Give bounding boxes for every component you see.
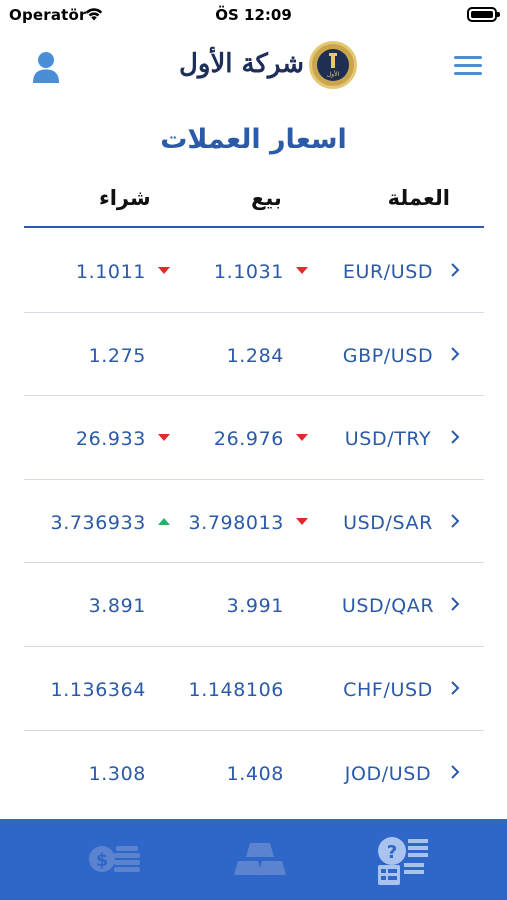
status-time: ÖS 12:09 <box>215 6 292 24</box>
currency-row[interactable]: 1.136364 1.148106 CHF/USD <box>24 647 484 731</box>
app-header: شركة الأول الأول <box>0 34 507 98</box>
chevron-right-icon <box>451 430 460 444</box>
currency-pair: JOD/USD <box>344 762 432 785</box>
buy-trend-icon <box>158 517 170 525</box>
currency-row[interactable]: 1.275 1.284 GBP/USD <box>24 313 484 397</box>
sell-trend-icon <box>296 267 308 274</box>
sell-price: 3.991 <box>226 595 284 618</box>
company-name: شركة الأول <box>179 49 304 79</box>
sell-price: 26.976 <box>213 428 284 451</box>
currency-pair: USD/SAR <box>343 511 433 534</box>
svg-text:?: ? <box>387 842 397 863</box>
currency-row[interactable]: 3.891 3.991 USD/QAR <box>24 563 484 647</box>
company-logo: شركة الأول الأول <box>146 40 361 92</box>
chevron-right-icon <box>451 346 460 361</box>
buy-trend-icon <box>158 434 170 442</box>
currency-pair: USD/QAR <box>341 595 435 618</box>
status-bar: Operatör ÖS 12:09 <box>0 0 507 32</box>
currency-row[interactable]: 3.736933 3.798013 USD/SAR <box>24 480 484 564</box>
currency-row[interactable]: 26.933 26.976 USD/TRY <box>24 396 484 480</box>
buy-price: 3.891 <box>88 595 146 618</box>
sell-trend-icon <box>296 517 308 525</box>
currency-pair: CHF/USD <box>343 678 433 701</box>
column-header-buy: شراء <box>99 186 151 210</box>
currency-pair: GBP/USD <box>342 344 434 367</box>
page-title: اسعار العملات <box>160 124 347 155</box>
chevron-right-icon <box>451 597 460 612</box>
buy-price: 1.275 <box>88 344 146 367</box>
buy-price: 3.736933 <box>50 511 146 534</box>
chevron-right-icon <box>451 263 460 277</box>
currency-row[interactable]: 1.308 1.408 JOD/USD <box>24 731 484 815</box>
chevron-right-icon <box>451 514 460 528</box>
currency-row[interactable]: 1.1011 1.1031 EUR/USD <box>24 229 484 313</box>
logo-badge-text: الأول <box>327 70 340 78</box>
hamburger-menu-icon[interactable] <box>454 56 482 78</box>
currency-pair: USD/TRY <box>344 428 432 451</box>
sell-price: 1.284 <box>226 344 284 367</box>
currency-rates-list: 1.1011 1.1031 EUR/USD 1.275 1.284 GBP/US… <box>24 229 484 814</box>
sell-price: 1.1031 <box>213 261 284 283</box>
buy-trend-icon <box>158 267 170 274</box>
sell-trend-icon <box>296 434 308 442</box>
currency-pair: EUR/USD <box>342 261 434 283</box>
column-header-currency: العملة <box>387 186 450 210</box>
buy-price: 1.136364 <box>50 678 146 701</box>
buy-price: 1.308 <box>88 762 146 785</box>
sell-price: 1.408 <box>226 762 284 785</box>
logo-badge-icon: الأول <box>309 41 357 89</box>
sell-price: 1.148106 <box>188 678 284 701</box>
sell-price: 3.798013 <box>188 511 284 534</box>
table-header: العملة بيع شراء <box>24 186 484 228</box>
battery-icon <box>467 7 500 22</box>
svg-text:$: $ <box>96 850 109 871</box>
coins-dollar-icon[interactable]: $ <box>78 829 158 889</box>
currency-rates-icon[interactable]: ? <box>358 829 438 889</box>
chevron-right-icon <box>451 681 460 695</box>
buy-price: 1.1011 <box>75 261 146 283</box>
user-profile-icon[interactable] <box>30 50 62 84</box>
gold-bars-icon[interactable] <box>220 829 300 889</box>
column-header-sell: بيع <box>251 186 282 210</box>
bottom-tab-bar: $ ? <box>0 819 507 900</box>
buy-price: 26.933 <box>75 428 146 451</box>
chevron-right-icon <box>451 764 460 779</box>
